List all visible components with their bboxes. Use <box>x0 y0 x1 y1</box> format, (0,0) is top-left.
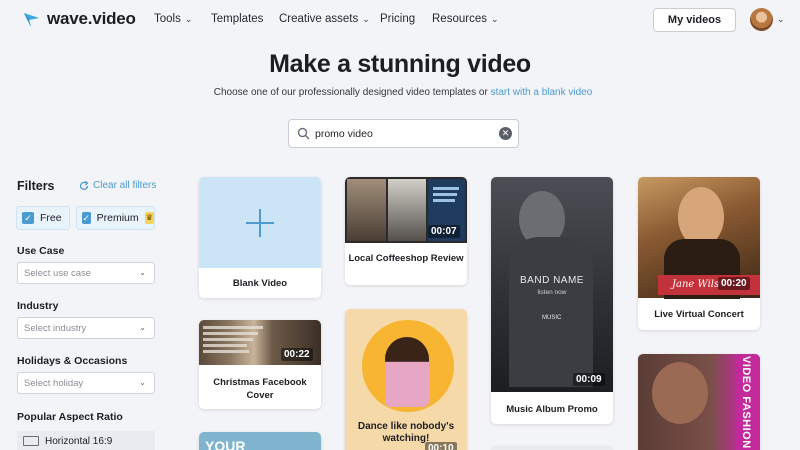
logo-text: wave.video <box>47 9 136 28</box>
christmas-thumbnail: 00:22 <box>199 320 321 365</box>
listen-now-text: listen now <box>537 289 567 296</box>
chevron-down-icon: ⌄ <box>139 323 146 332</box>
template-card-coffeeshop[interactable]: 00:07 Local Coffeeshop Review <box>345 177 467 285</box>
chevron-down-icon: ⌄ <box>490 14 499 24</box>
clear-all-label: Clear all filters <box>93 180 157 191</box>
music-service-text: MUSIC <box>542 315 562 321</box>
duration-badge: 00:22 <box>281 348 313 361</box>
fashion-thumbnail: VIDEO FASHION <box>638 354 760 450</box>
nav-pricing[interactable]: Pricing <box>380 13 415 25</box>
template-card-partial-2[interactable] <box>491 446 613 450</box>
search-bar: ✕ <box>288 119 519 148</box>
duration-badge: 00:07 <box>428 225 460 238</box>
page-title: Make a stunning video <box>269 50 531 78</box>
industry-label: Industry <box>17 300 59 312</box>
card-label: Blank Video <box>232 278 288 289</box>
partial-thumbnail: YOUR <box>199 432 321 450</box>
chevron-down-icon: ⌄ <box>139 378 146 387</box>
checkbox-checked-icon[interactable]: ✓ <box>82 212 91 224</box>
plus-icon <box>246 208 274 237</box>
nav-creative-assets[interactable]: Creative assets ⌄ <box>279 13 370 25</box>
nav-tools-label: Tools <box>154 13 181 25</box>
avatar-chevron-down-icon[interactable]: ⌄ <box>777 14 785 25</box>
chip-premium-label: Premium <box>96 212 139 224</box>
holiday-select[interactable]: Select holiday ⌄ <box>17 372 155 394</box>
template-card-christmas[interactable]: 00:22 Christmas Facebook Cover <box>199 320 321 409</box>
filters-title: Filters <box>17 179 55 193</box>
nav-templates-label: Templates <box>211 13 264 25</box>
template-card-blank[interactable]: Blank Video <box>199 177 321 298</box>
partial-thumbnail <box>491 446 613 450</box>
concert-name-text: Jane Wils <box>672 279 720 290</box>
blank-thumbnail <box>199 177 321 268</box>
nav-pricing-label: Pricing <box>380 13 416 25</box>
template-card-music[interactable]: BAND NAME listen now MUSIC 00:09 Music A… <box>491 177 613 424</box>
fashion-vertical-text: VIDEO FASHION <box>740 356 752 449</box>
search-input[interactable] <box>315 126 485 142</box>
industry-select[interactable]: Select industry ⌄ <box>17 317 155 339</box>
nav-tools[interactable]: Tools ⌄ <box>154 13 192 25</box>
aspect-option-horizontal[interactable]: Horizontal 16:9 <box>17 431 155 450</box>
dance-thumbnail: Dance like nobody's watching! 00:10 <box>345 309 467 450</box>
filter-chip-premium[interactable]: ✓ Premium ♛ <box>76 206 155 230</box>
use-case-placeholder: Select use case <box>24 267 92 279</box>
filter-chip-free[interactable]: ✓ Free <box>16 206 70 230</box>
band-name-text: BAND NAME <box>520 275 584 286</box>
use-case-label: Use Case <box>17 245 65 257</box>
duration-badge: 00:10 <box>425 442 457 450</box>
clear-all-filters-button[interactable]: Clear all filters <box>79 180 156 191</box>
use-case-select[interactable]: Select use case ⌄ <box>17 262 155 284</box>
concert-thumbnail: Jane Wils 00:20 <box>638 177 760 299</box>
coffeeshop-thumbnail: 00:07 <box>345 177 467 243</box>
crown-icon: ♛ <box>144 212 154 224</box>
card-label: Music Album Promo <box>506 404 598 415</box>
card-label: Local Coffeeshop Review <box>348 253 464 264</box>
search-icon <box>297 127 310 140</box>
template-card-concert[interactable]: Jane Wils 00:20 Live Virtual Concert <box>638 177 760 330</box>
start-blank-link[interactable]: start with a blank video <box>491 87 593 98</box>
partial-overlay-text: YOUR <box>205 438 246 450</box>
holidays-label: Holidays & Occasions <box>17 355 128 367</box>
card-label: Christmas Facebook Cover <box>213 377 307 401</box>
aspect-ratio-label: Popular Aspect Ratio <box>17 411 123 423</box>
refresh-icon <box>79 180 89 190</box>
chevron-down-icon: ⌄ <box>184 14 193 24</box>
horizontal-ratio-icon <box>23 436 39 446</box>
nav-resources-label: Resources <box>432 13 487 25</box>
duration-badge: 00:20 <box>718 277 750 290</box>
template-card-fashion[interactable]: VIDEO FASHION <box>638 354 760 450</box>
aspect-option-label: Horizontal 16:9 <box>45 435 113 447</box>
checkbox-checked-icon[interactable]: ✓ <box>22 212 34 224</box>
holiday-placeholder: Select holiday <box>24 377 84 389</box>
chip-free-label: Free <box>40 212 62 224</box>
my-videos-button[interactable]: My videos <box>653 8 736 32</box>
top-navigation: wave.video Tools ⌄ Templates Creative as… <box>0 0 800 40</box>
chevron-down-icon: ⌄ <box>139 268 146 277</box>
subtitle-text: Choose one of our professionally designe… <box>213 87 491 98</box>
chevron-down-icon: ⌄ <box>362 14 370 24</box>
industry-placeholder: Select industry <box>24 322 87 334</box>
card-label: Live Virtual Concert <box>654 309 744 320</box>
avatar[interactable] <box>750 8 773 31</box>
template-card-dance[interactable]: Dance like nobody's watching! 00:10 <box>345 309 467 450</box>
nav-creative-label: Creative assets <box>279 13 359 25</box>
wave-logo-icon <box>24 12 39 27</box>
nav-templates[interactable]: Templates <box>211 13 263 25</box>
clear-search-icon[interactable]: ✕ <box>499 127 512 140</box>
logo[interactable]: wave.video <box>22 9 136 29</box>
duration-badge: 00:09 <box>573 373 605 386</box>
nav-resources[interactable]: Resources ⌄ <box>432 13 499 25</box>
page-subtitle: Choose one of our professionally designe… <box>0 87 800 98</box>
template-card-partial[interactable]: YOUR <box>199 432 321 450</box>
music-thumbnail: BAND NAME listen now MUSIC 00:09 <box>491 177 613 392</box>
